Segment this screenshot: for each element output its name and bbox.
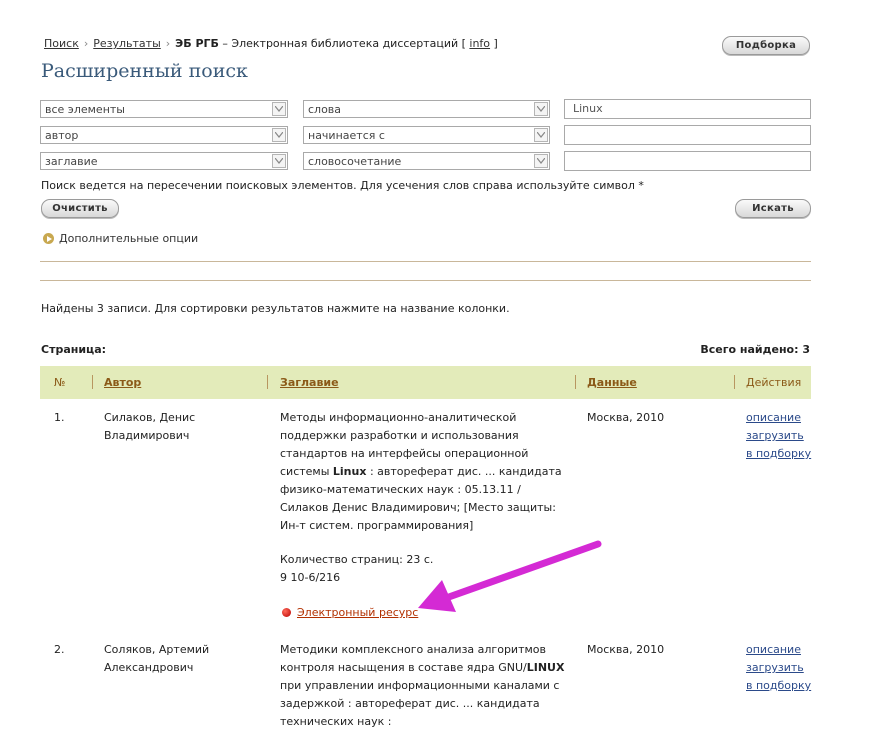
annotation-arrow-icon	[418, 540, 602, 612]
